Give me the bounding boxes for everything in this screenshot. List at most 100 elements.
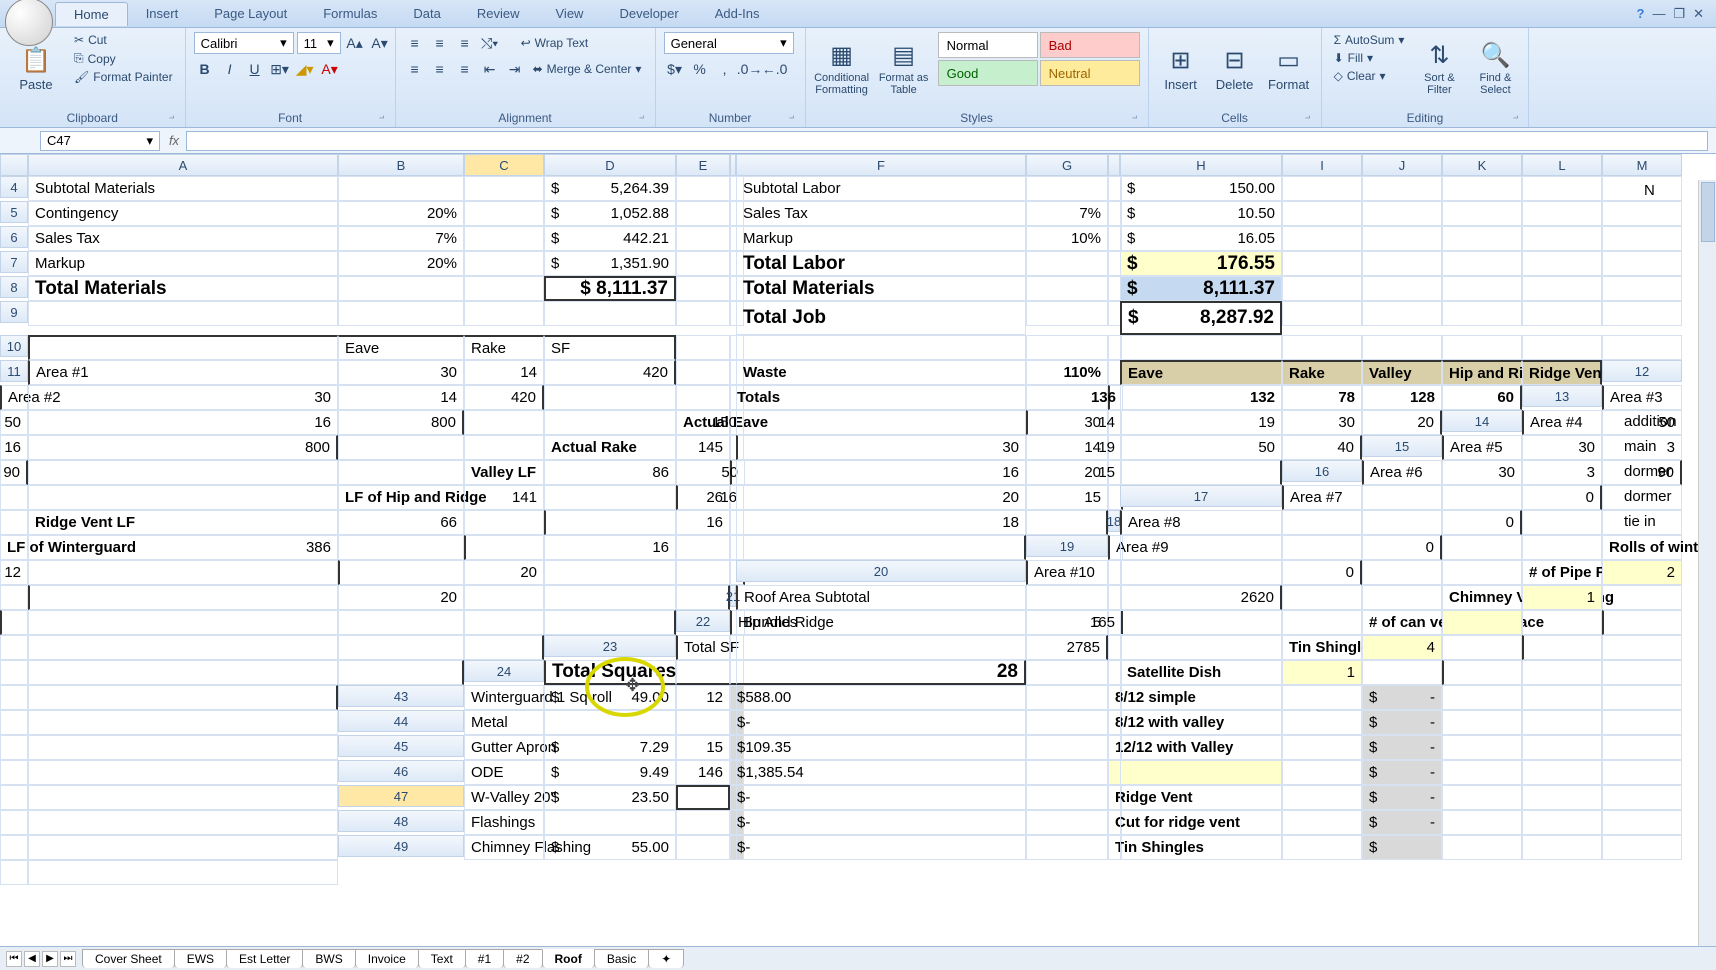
cell[interactable]: [1442, 735, 1522, 760]
tab-formulas[interactable]: Formulas: [305, 2, 395, 25]
cell[interactable]: 12: [0, 560, 28, 585]
cell[interactable]: [1120, 810, 1282, 835]
cell[interactable]: $5,264.39: [544, 176, 676, 201]
cell[interactable]: [1522, 201, 1602, 226]
col-header[interactable]: [1108, 154, 1120, 176]
cell[interactable]: Area #7: [1282, 485, 1362, 510]
scrollbar-thumb[interactable]: [1701, 182, 1715, 242]
cell[interactable]: $8,111.37: [1120, 276, 1282, 301]
cell[interactable]: [544, 301, 676, 326]
cell[interactable]: 15: [676, 735, 730, 760]
cell[interactable]: [338, 610, 464, 635]
cell[interactable]: 20: [464, 560, 544, 585]
cell[interactable]: [464, 226, 544, 251]
cell[interactable]: 14: [1026, 435, 1108, 460]
cell[interactable]: [1362, 585, 1442, 610]
cell[interactable]: [1522, 610, 1602, 635]
cell[interactable]: [676, 560, 730, 585]
cell[interactable]: [544, 810, 676, 835]
row-header[interactable]: 45: [338, 735, 464, 757]
cell[interactable]: [544, 710, 676, 735]
cell[interactable]: [1282, 276, 1362, 301]
cell[interactable]: # of can vents to replace: [1362, 610, 1442, 635]
cell[interactable]: [1602, 201, 1682, 226]
cell[interactable]: 420: [544, 360, 676, 385]
row-header[interactable]: 43: [338, 685, 464, 707]
cell[interactable]: [338, 435, 464, 460]
currency-button[interactable]: $▾: [664, 58, 686, 80]
cell[interactable]: Total Materials: [736, 276, 1026, 301]
cell[interactable]: [1522, 335, 1602, 360]
cell[interactable]: [338, 276, 464, 301]
cell[interactable]: $23.50: [544, 785, 676, 810]
cell[interactable]: [1602, 276, 1682, 301]
cell[interactable]: 20: [338, 585, 464, 610]
cell[interactable]: [1442, 251, 1522, 276]
cell[interactable]: 7%: [1026, 201, 1108, 226]
cell[interactable]: [1522, 660, 1602, 685]
cell[interactable]: 1: [1282, 660, 1362, 685]
cell[interactable]: [0, 835, 28, 860]
align-middle-button[interactable]: ≡: [429, 32, 451, 54]
cell[interactable]: 30: [1282, 410, 1362, 435]
cell[interactable]: [544, 510, 676, 535]
cell[interactable]: Hip and Ridge: [1442, 360, 1522, 385]
cell[interactable]: 86: [544, 460, 676, 485]
cell[interactable]: [1362, 276, 1442, 301]
cell[interactable]: [28, 460, 338, 485]
cell[interactable]: [0, 660, 28, 685]
sheet-tab[interactable]: BWS: [302, 949, 355, 968]
cell[interactable]: [676, 226, 730, 251]
cell[interactable]: Area #10: [1026, 560, 1108, 585]
clear-button[interactable]: ◇Clear▾: [1330, 68, 1409, 84]
cell[interactable]: [736, 685, 1026, 710]
cell[interactable]: [1026, 785, 1108, 810]
dec-decimal-button[interactable]: ←.0: [764, 58, 786, 80]
cell[interactable]: [464, 410, 544, 435]
col-header[interactable]: G: [1026, 154, 1108, 176]
cell[interactable]: [1282, 301, 1362, 326]
col-header[interactable]: H: [1120, 154, 1282, 176]
cell[interactable]: 110%: [1026, 360, 1108, 385]
cell[interactable]: [464, 276, 544, 301]
cell[interactable]: [1282, 335, 1362, 360]
underline-button[interactable]: U: [244, 58, 266, 80]
cell[interactable]: [0, 735, 28, 760]
cell[interactable]: Gutter Apron: [464, 735, 544, 760]
cell[interactable]: SF: [544, 335, 676, 360]
cell[interactable]: 30: [1026, 410, 1108, 435]
cell[interactable]: [1120, 460, 1282, 485]
cell[interactable]: [736, 785, 1026, 810]
cell[interactable]: dormer: [1624, 488, 1672, 505]
row-header[interactable]: 20: [736, 560, 1026, 582]
cell[interactable]: 145: [676, 435, 730, 460]
align-right-button[interactable]: ≡: [454, 58, 476, 80]
cell[interactable]: Subtotal Materials: [28, 176, 338, 201]
cell[interactable]: [464, 435, 544, 460]
style-normal[interactable]: Normal: [938, 32, 1038, 58]
cell[interactable]: [544, 485, 676, 510]
row-header[interactable]: 46: [338, 760, 464, 782]
cell[interactable]: Total SF: [676, 635, 730, 660]
cell[interactable]: Subtotal Labor: [736, 176, 1026, 201]
cell[interactable]: # of Pipe Flashing: [1522, 560, 1602, 585]
merge-center-button[interactable]: ⬌Merge & Center▾: [529, 58, 646, 80]
cell[interactable]: [736, 635, 1026, 660]
col-header[interactable]: B: [338, 154, 464, 176]
cell[interactable]: Area #2: [0, 385, 28, 410]
row-header[interactable]: 17: [1120, 485, 1282, 507]
cell[interactable]: 2: [1602, 560, 1682, 585]
row-header[interactable]: 44: [338, 710, 464, 732]
cell[interactable]: [736, 535, 1026, 560]
cell[interactable]: [338, 535, 464, 560]
cell[interactable]: Satellite Dish: [1120, 660, 1282, 685]
style-bad[interactable]: Bad: [1040, 32, 1140, 58]
cell[interactable]: [544, 410, 676, 435]
cell[interactable]: [736, 335, 1026, 360]
cell[interactable]: Area #1: [28, 360, 338, 385]
cell[interactable]: [1442, 610, 1522, 635]
cell[interactable]: 18: [736, 510, 1026, 535]
cell[interactable]: [1282, 835, 1362, 860]
cell[interactable]: 16: [736, 460, 1026, 485]
cell[interactable]: $7.29: [544, 735, 676, 760]
